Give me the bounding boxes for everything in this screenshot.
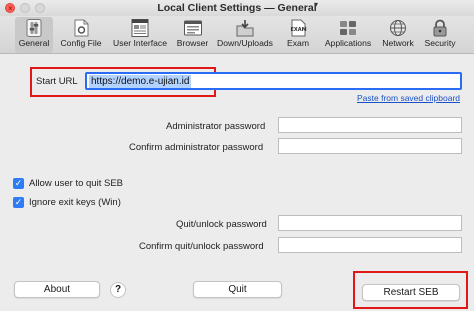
network-icon bbox=[390, 20, 406, 36]
confirm-quit-password-field[interactable] bbox=[278, 237, 462, 253]
start-url-input[interactable]: https://demo.e-ujian.id bbox=[85, 72, 462, 90]
window-title: Local Client Settings — General bbox=[157, 2, 317, 14]
exam-icon-text: EXAM bbox=[290, 27, 306, 33]
help-button[interactable]: ? bbox=[110, 282, 126, 298]
tab-exam-label: Exam bbox=[287, 38, 309, 48]
tab-user-interface[interactable]: User Interface bbox=[109, 17, 171, 53]
tab-security[interactable]: Security bbox=[421, 17, 459, 53]
check-icon: ✓ bbox=[14, 178, 23, 188]
title-dropdown-icon[interactable]: ▾ bbox=[314, 0, 318, 9]
about-button[interactable]: About bbox=[14, 281, 100, 298]
tab-applications-label: Applications bbox=[324, 38, 372, 48]
tab-network[interactable]: Network bbox=[379, 17, 417, 53]
ignore-exit-keys-label: Ignore exit keys (Win) bbox=[29, 197, 121, 208]
allow-quit-label: Allow user to quit SEB bbox=[29, 178, 123, 189]
tab-browser[interactable]: Browser bbox=[174, 17, 211, 53]
tab-down-uploads[interactable]: Down/Uploads bbox=[215, 17, 275, 53]
exam-icon: EXAM bbox=[290, 19, 307, 37]
security-icon bbox=[433, 19, 447, 37]
settings-toolbar: General Config File User Interface Brows… bbox=[0, 16, 474, 54]
tab-exam[interactable]: EXAM Exam bbox=[281, 17, 315, 53]
tab-applications[interactable]: Applications bbox=[320, 17, 376, 53]
applications-icon bbox=[340, 21, 356, 35]
downloads-icon bbox=[236, 20, 254, 37]
allow-quit-checkbox[interactable]: ✓ bbox=[13, 178, 24, 189]
tab-network-label: Network bbox=[382, 38, 414, 48]
title-bar: × Local Client Settings — General ▾ bbox=[0, 0, 474, 16]
general-panel: Start URL https://demo.e-ujian.id Paste … bbox=[0, 55, 474, 311]
confirm-quit-password-label: Confirm quit/unlock password bbox=[139, 241, 264, 252]
check-icon: ✓ bbox=[14, 197, 23, 207]
tab-user-interface-label: User Interface bbox=[113, 38, 167, 48]
general-icon bbox=[26, 19, 42, 37]
admin-password-label: Administrator password bbox=[166, 121, 266, 132]
ignore-exit-keys-checkbox[interactable]: ✓ bbox=[13, 197, 24, 208]
tab-config-file[interactable]: Config File bbox=[57, 17, 105, 53]
start-url-label: Start URL bbox=[36, 76, 78, 87]
config-file-icon bbox=[74, 19, 89, 37]
tab-general-label: General bbox=[18, 38, 50, 48]
confirm-admin-password-field[interactable] bbox=[278, 138, 462, 154]
quit-password-field[interactable] bbox=[278, 215, 462, 231]
start-url-value: https://demo.e-ujian.id bbox=[89, 75, 192, 88]
quit-password-label: Quit/unlock password bbox=[176, 219, 267, 230]
tab-config-file-label: Config File bbox=[60, 38, 102, 48]
tab-general[interactable]: General bbox=[15, 17, 53, 53]
confirm-admin-password-label: Confirm administrator password bbox=[129, 142, 264, 153]
user-interface-icon bbox=[131, 19, 149, 37]
paste-from-clipboard-link[interactable]: Paste from saved clipboard bbox=[357, 93, 460, 103]
quit-button[interactable]: Quit bbox=[193, 281, 282, 298]
tab-security-label: Security bbox=[424, 38, 456, 48]
tab-browser-label: Browser bbox=[176, 38, 209, 48]
restart-seb-button[interactable]: Restart SEB bbox=[362, 284, 460, 301]
admin-password-field[interactable] bbox=[278, 117, 462, 133]
browser-icon bbox=[183, 20, 202, 36]
tab-down-uploads-label: Down/Uploads bbox=[217, 38, 273, 48]
